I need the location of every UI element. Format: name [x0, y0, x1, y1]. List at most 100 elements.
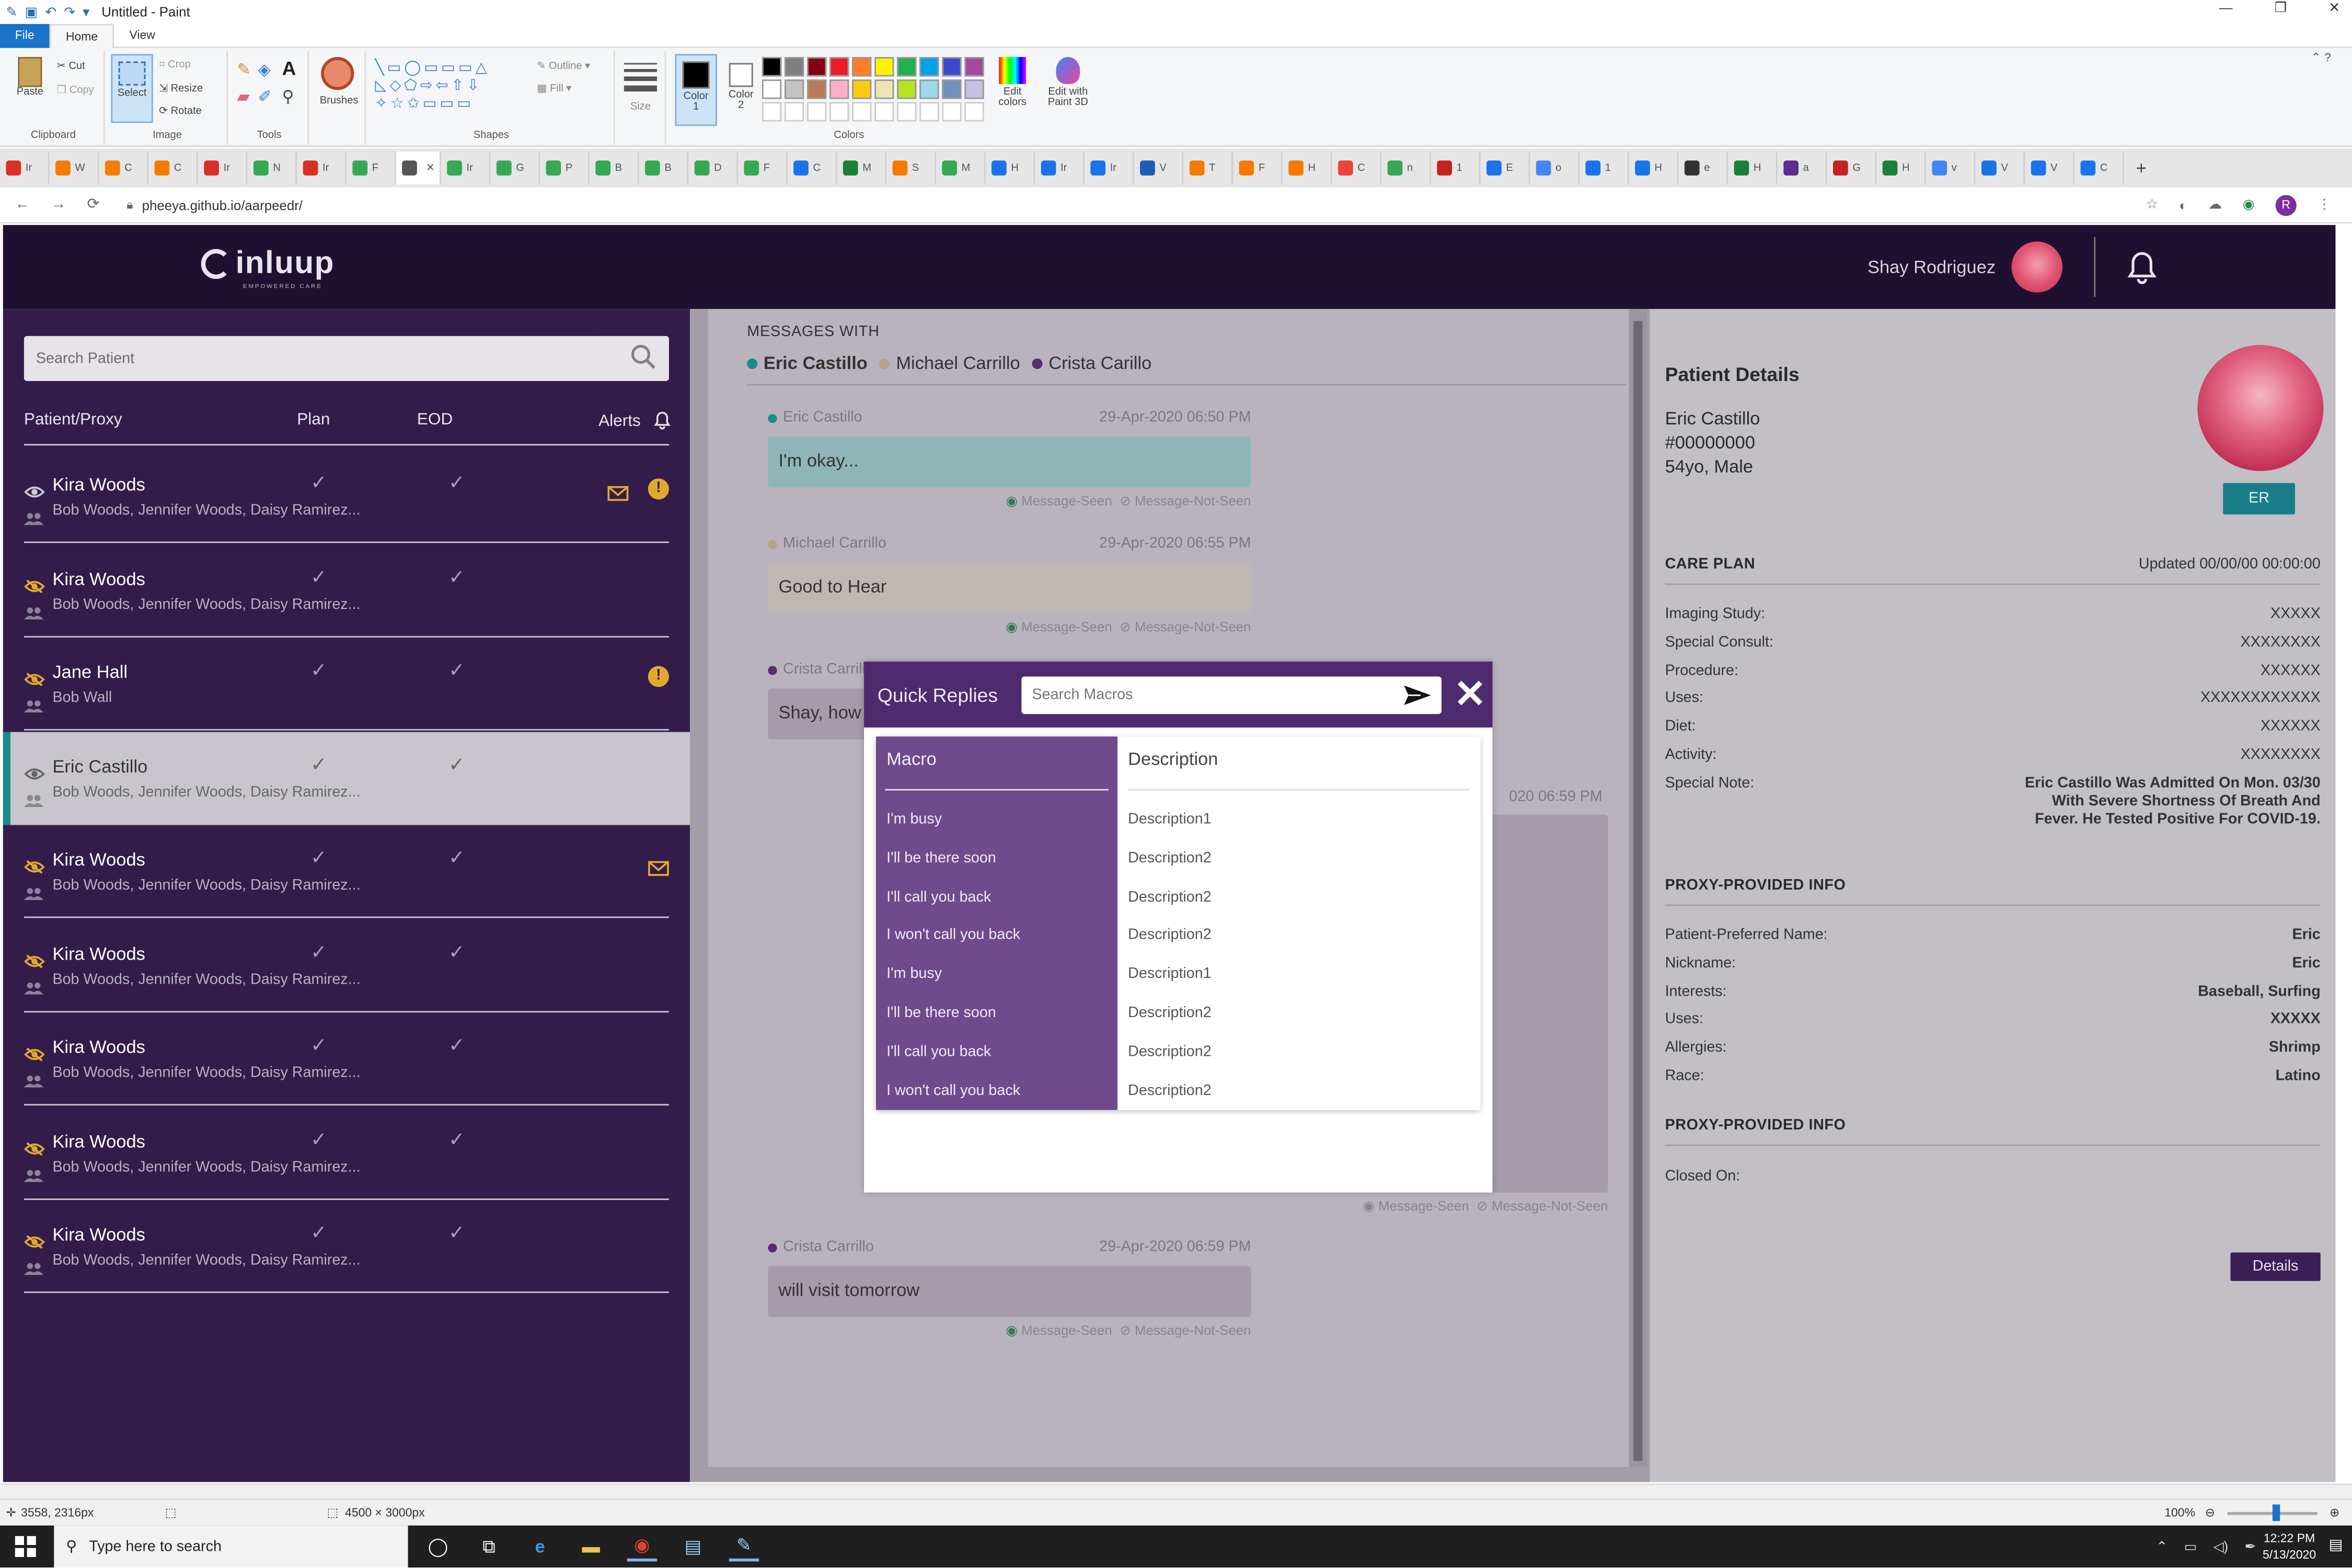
macro-search-input[interactable] [1021, 676, 1382, 714]
shapes-gallery[interactable]: ╲▭◯▭▭▭△ ◺◇⬠⇨⇦⇧⇩ ✧☆✩▭▭▭ [375, 60, 525, 120]
mail-icon[interactable] [648, 857, 669, 876]
palette-empty-swatch[interactable] [807, 102, 827, 122]
select-button[interactable]: Select [111, 54, 153, 123]
browser-tab[interactable]: F [1233, 151, 1283, 185]
taskbar-clock[interactable]: 12:22 PM 5/13/2020 [2263, 1530, 2316, 1563]
message-bubble[interactable]: I'm okay... [768, 436, 1251, 488]
inluup-logo[interactable]: inluup EMPOWERED CARE [201, 246, 335, 290]
pencil-icon[interactable]: ✎ [237, 60, 250, 79]
browser-tab[interactable]: W [50, 151, 99, 185]
paint-taskbar-icon[interactable]: ✎ [729, 1531, 759, 1562]
browser-tab[interactable]: n [1381, 151, 1431, 185]
network-icon[interactable]: ▭ [2184, 1539, 2197, 1556]
browser-tab[interactable]: ✕ [396, 151, 441, 185]
alert-icon[interactable]: ! [648, 478, 669, 500]
browser-tab[interactable]: B [590, 151, 639, 185]
color-picker-icon[interactable]: ✐ [258, 87, 272, 106]
mail-icon[interactable] [607, 481, 629, 501]
browser-tab[interactable]: E [1481, 151, 1530, 185]
palette-swatch[interactable] [762, 79, 782, 99]
palette-swatch[interactable] [807, 79, 827, 99]
palette-empty-swatch[interactable] [852, 102, 872, 122]
palette-swatch[interactable] [874, 57, 894, 77]
extension-icon[interactable]: ◐ [2179, 197, 2187, 212]
browser-tab[interactable]: C [788, 151, 837, 185]
macro-row[interactable]: I won't call you back Description2 [876, 1082, 1481, 1112]
palette-empty-swatch[interactable] [829, 102, 849, 122]
new-tab-icon[interactable]: + [2124, 157, 2159, 178]
browser-tab[interactable]: C [148, 151, 198, 185]
ribbon-collapse-icon[interactable]: ⌃ ? [2311, 51, 2331, 65]
notification-bell-icon[interactable] [2124, 249, 2160, 285]
palette-swatch[interactable] [874, 79, 894, 99]
patient-row[interactable]: Kira Woods Bob Woods, Jennifer Woods, Dai… [3, 1106, 690, 1200]
browser-tab[interactable]: H [1876, 151, 1926, 185]
browser-tab[interactable]: H [1283, 151, 1332, 185]
taskbar-search[interactable]: ⚲ Type here to search [54, 1525, 408, 1568]
macro-row[interactable]: I'm busy Description1 [876, 812, 1481, 841]
browser-tab[interactable]: o [1530, 151, 1580, 185]
col-plan[interactable]: Plan [297, 411, 330, 429]
menu-kebab-icon[interactable]: ⋮ [2318, 197, 2331, 213]
forward-icon[interactable]: → [51, 197, 66, 213]
save-icon[interactable]: ▣ [25, 4, 37, 20]
browser-tab[interactable]: G [490, 151, 540, 185]
quick-access-dropdown-icon[interactable]: ▾ [83, 4, 89, 20]
rotate-button[interactable]: ⟳ Rotate [159, 105, 202, 117]
windows-start-icon[interactable] [15, 1536, 36, 1557]
alert-icon[interactable]: ! [648, 666, 669, 687]
macro-row[interactable]: I won't call you back Description2 [876, 928, 1481, 958]
browser-tab[interactable]: F [738, 151, 788, 185]
macro-row[interactable]: I'll call you back Description2 [876, 889, 1481, 919]
palette-empty-swatch[interactable] [897, 102, 917, 122]
palette-swatch[interactable] [784, 57, 804, 77]
patient-search-input[interactable] [24, 336, 594, 381]
browser-tab[interactable]: S [886, 151, 936, 185]
patient-row[interactable]: Kira Woods Bob Woods, Jennifer Woods, Dai… [3, 919, 690, 1012]
details-button[interactable]: Details [2230, 1252, 2321, 1281]
palette-swatch[interactable] [807, 57, 827, 77]
palette-empty-swatch[interactable] [874, 102, 894, 122]
tab-close-icon[interactable]: ✕ [426, 162, 435, 174]
browser-tab[interactable]: C [99, 151, 149, 185]
browser-tab[interactable]: F [347, 151, 396, 185]
patient-row[interactable]: Kira Woods Bob Woods, Jennifer Woods, Dai… [3, 1200, 690, 1293]
browser-tab[interactable]: D [688, 151, 738, 185]
er-badge[interactable]: ER [2223, 483, 2295, 515]
macro-row[interactable]: I'll call you back Description2 [876, 1044, 1481, 1074]
macro-row[interactable]: I'm busy Description1 [876, 966, 1481, 996]
text-tool-icon[interactable]: A [282, 57, 296, 79]
size-group[interactable]: Size [618, 51, 666, 144]
browser-tab[interactable]: a [1778, 151, 1827, 185]
volume-icon[interactable]: ◁) [2213, 1539, 2228, 1556]
palette-empty-swatch[interactable] [942, 102, 962, 122]
cortana-icon[interactable]: ◯ [423, 1531, 453, 1561]
patient-row[interactable]: Kira Woods Bob Woods, Jennifer Woods, Dai… [3, 825, 690, 918]
redo-icon[interactable]: ↷ [64, 4, 75, 20]
palette-swatch[interactable] [897, 57, 917, 77]
browser-tab[interactable]: B [639, 151, 689, 185]
search-icon[interactable] [630, 343, 657, 371]
undo-icon[interactable]: ↶ [45, 4, 56, 20]
crop-button[interactable]: ⌗ Crop [159, 60, 190, 72]
participant[interactable]: Michael Carrillo [879, 352, 1020, 374]
palette-swatch[interactable] [762, 57, 782, 77]
tab-file[interactable]: File [0, 23, 50, 48]
macro-row[interactable]: I'll be there soon Description2 [876, 1005, 1481, 1035]
back-icon[interactable]: ← [15, 197, 30, 213]
message-bubble[interactable]: Good to Hear [768, 562, 1251, 614]
browser-tab[interactable]: P [540, 151, 590, 185]
tab-view[interactable]: View [114, 23, 170, 47]
browser-tab[interactable]: G [1827, 151, 1877, 185]
patient-row[interactable]: Kira Woods Bob Woods, Jennifer Woods, Dai… [3, 1012, 690, 1106]
palette-empty-swatch[interactable] [964, 102, 984, 122]
patient-row[interactable]: Kira Woods Bob Woods, Jennifer Woods, Dai… [3, 450, 690, 543]
palette-swatch[interactable] [829, 79, 849, 99]
browser-tab[interactable]: Ir [1085, 151, 1134, 185]
message-bubble[interactable]: will visit tomorrow [768, 1266, 1251, 1317]
browser-tab[interactable]: H [1629, 151, 1679, 185]
fill-dropdown[interactable]: ▦ Fill ▾ [537, 83, 571, 95]
palette-swatch[interactable] [964, 57, 984, 77]
browser-tab[interactable]: Ir [1035, 151, 1085, 185]
browser-tab[interactable]: T [1183, 151, 1233, 185]
